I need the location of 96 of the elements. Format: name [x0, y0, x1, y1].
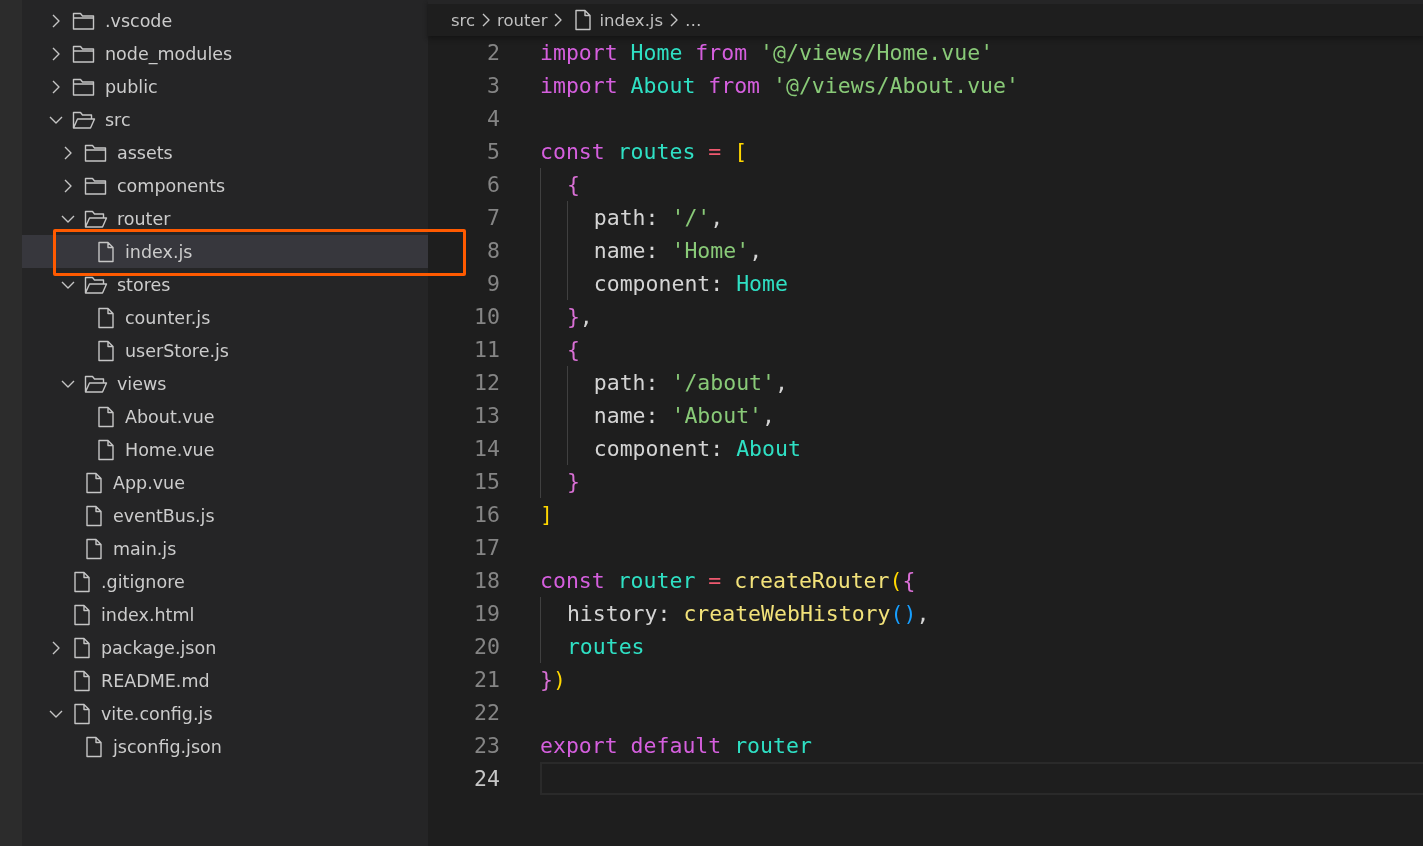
tree-item[interactable]: public — [22, 70, 428, 103]
tree-item[interactable]: userStore.js — [22, 334, 428, 367]
file-icon — [96, 339, 116, 362]
line-number: 4 — [486, 106, 500, 131]
line-number: 7 — [486, 205, 500, 230]
code-line: const routes = [ — [540, 139, 748, 164]
code-line: { — [540, 168, 580, 201]
line-number: 6 — [486, 172, 500, 197]
line-number: 2 — [486, 40, 500, 65]
tree-item[interactable]: counter.js — [22, 301, 428, 334]
tree-item[interactable]: views — [22, 367, 428, 400]
line-number: 20 — [473, 634, 500, 659]
breadcrumb-item[interactable]: router — [497, 10, 548, 30]
tree-item[interactable]: .vscode — [22, 4, 428, 37]
tree-item[interactable]: README.md — [22, 664, 428, 697]
folder-icon — [72, 76, 96, 97]
open-folder-icon — [72, 109, 96, 130]
tree-item[interactable]: About.vue — [22, 400, 428, 433]
tree-item[interactable]: node_modules — [22, 37, 428, 70]
line-number: 18 — [473, 568, 500, 593]
tree-item[interactable]: components — [22, 169, 428, 202]
file-icon — [84, 537, 104, 560]
tree-item[interactable]: src — [22, 103, 428, 136]
folder-icon — [84, 175, 108, 196]
tree-item[interactable]: Home.vue — [22, 433, 428, 466]
breadcrumb-item[interactable]: index.js — [599, 10, 664, 30]
file-icon — [96, 438, 116, 461]
file-icon — [84, 735, 104, 758]
chevron-right-icon — [669, 12, 680, 28]
chevron-right-icon — [553, 12, 564, 28]
code-line: name: 'Home', — [540, 234, 763, 267]
code-line: const router = createRouter({ — [540, 568, 916, 593]
file-icon — [84, 471, 104, 494]
code-line: ] — [540, 502, 553, 527]
breadcrumb-item[interactable]: src — [451, 10, 476, 30]
line-number: 21 — [473, 667, 500, 692]
file-icon — [72, 669, 92, 692]
folder-icon — [72, 43, 96, 64]
line-number: 24 — [473, 766, 500, 791]
tree-item[interactable]: .gitignore — [22, 565, 428, 598]
file-icon — [72, 570, 92, 593]
tree-item[interactable]: router — [22, 202, 428, 235]
chevron-right-icon — [481, 12, 492, 28]
line-number: 3 — [486, 73, 500, 98]
file-icon — [96, 405, 116, 428]
line-number: 13 — [473, 403, 500, 428]
code-line: name: 'About', — [540, 399, 775, 432]
tree-item[interactable]: vite.config.js — [22, 697, 428, 730]
line-number: 22 — [473, 700, 500, 725]
open-folder-icon — [84, 208, 108, 229]
file-icon — [72, 636, 92, 659]
code-line: component: Home — [540, 267, 788, 300]
line-number: 5 — [486, 139, 500, 164]
tree-item[interactable]: package.json — [22, 631, 428, 664]
tree-item[interactable]: assets — [22, 136, 428, 169]
line-number: 15 — [473, 469, 500, 494]
file-icon — [84, 504, 104, 527]
folder-icon — [84, 142, 108, 163]
code-line: import About from '@/views/About.vue' — [540, 73, 1019, 98]
code-line: history: createWebHistory(), — [540, 597, 930, 630]
tree-item[interactable]: eventBus.js — [22, 499, 428, 532]
file-icon — [573, 9, 594, 31]
open-folder-icon — [84, 274, 108, 295]
file-icon — [96, 240, 116, 263]
file-icon — [96, 306, 116, 329]
file-icon — [72, 603, 92, 626]
open-folder-icon — [84, 373, 108, 394]
line-number: 19 — [473, 601, 500, 626]
code-line: } — [540, 465, 580, 498]
code-line: import Home from '@/views/Home.vue' — [540, 40, 994, 65]
tree-item[interactable]: index.js — [22, 235, 428, 268]
tree-item[interactable]: stores — [22, 268, 428, 301]
code-line: path: '/about', — [540, 366, 788, 399]
folder-icon — [72, 10, 96, 31]
line-number: 16 — [473, 502, 500, 527]
breadcrumb-item[interactable]: … — [685, 10, 702, 30]
tree-item[interactable]: main.js — [22, 532, 428, 565]
tree-item[interactable]: App.vue — [22, 466, 428, 499]
tree-item[interactable]: index.html — [22, 598, 428, 631]
line-number: 14 — [473, 436, 500, 461]
code-line: component: About — [540, 432, 801, 465]
code-line: }, — [540, 300, 593, 333]
line-number: 8 — [486, 238, 500, 263]
line-number: 17 — [473, 535, 500, 560]
line-number: 9 — [486, 271, 500, 296]
line-number: 23 — [473, 733, 500, 758]
line-number: 11 — [473, 337, 500, 362]
code-line: { — [540, 333, 580, 366]
code-line: }) — [540, 667, 566, 692]
code-line: routes — [540, 630, 645, 663]
line-number: 12 — [473, 370, 500, 395]
tree-item[interactable]: jsconfig.json — [22, 730, 428, 763]
line-number: 10 — [473, 304, 500, 329]
file-icon — [72, 702, 92, 725]
code-line: path: '/', — [540, 201, 724, 234]
code-line: export default router — [540, 733, 812, 758]
